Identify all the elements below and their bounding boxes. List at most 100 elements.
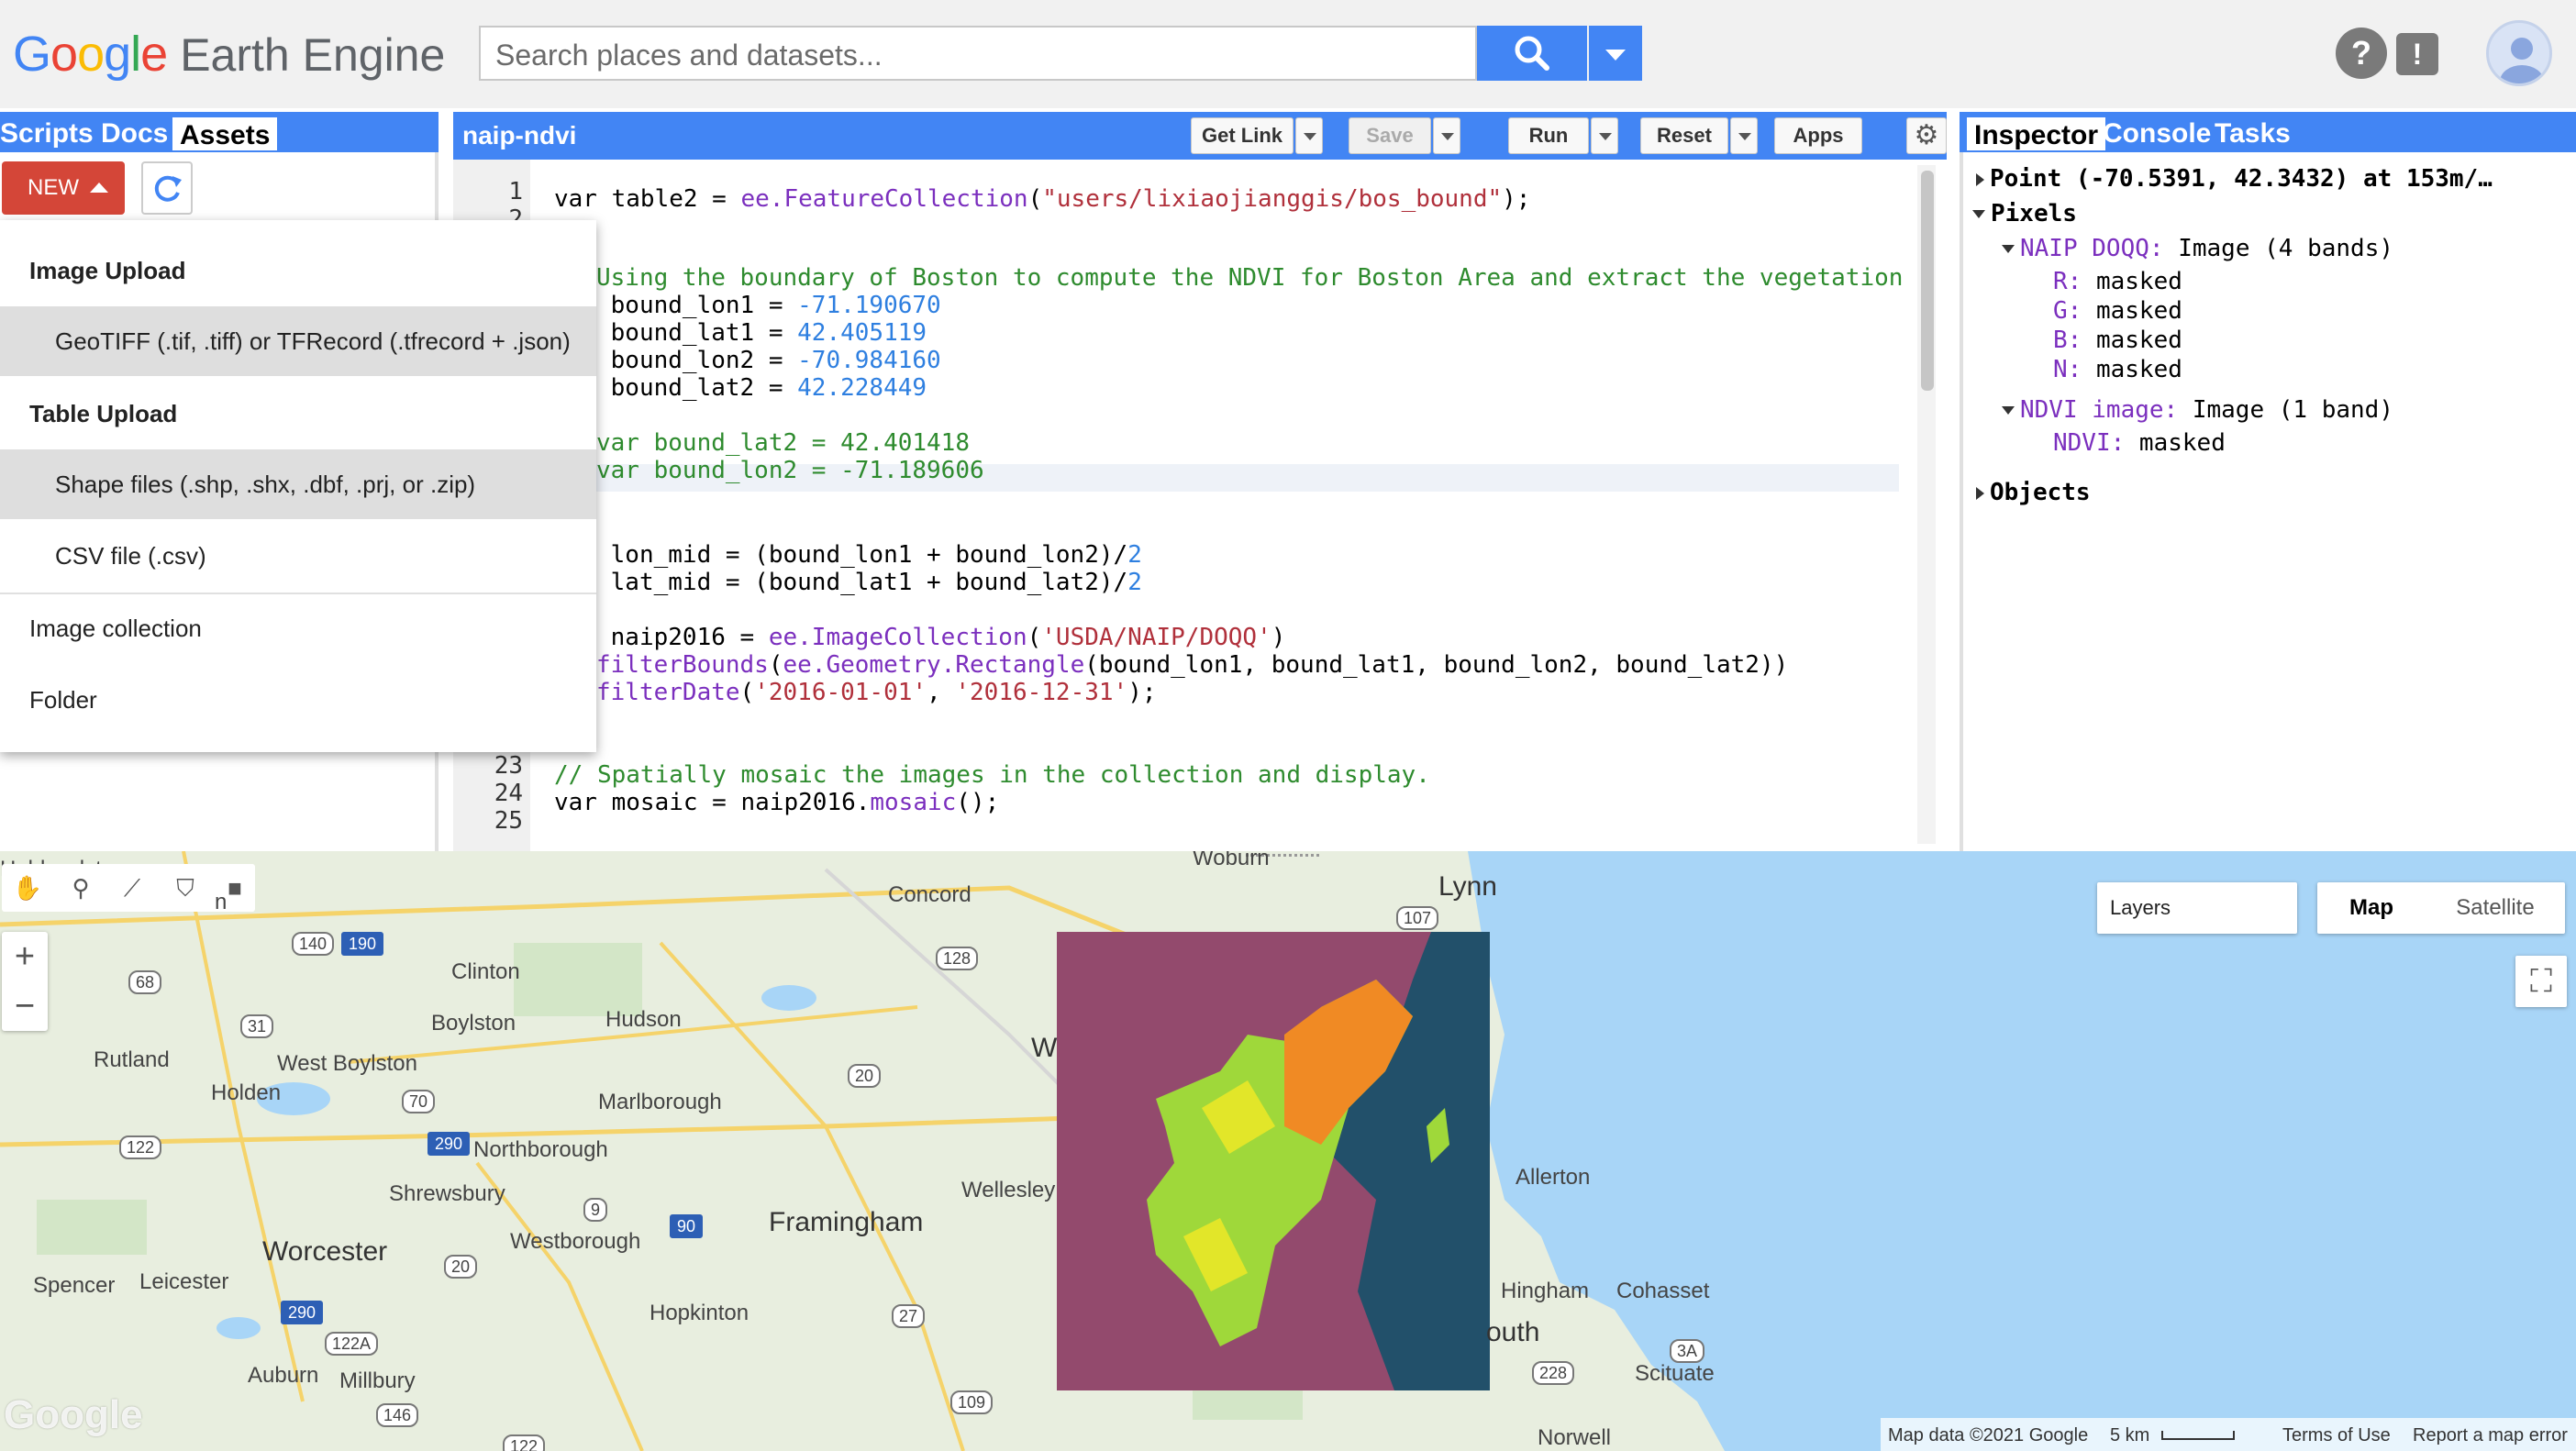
scale-label[interactable]: 5 km bbox=[2110, 1425, 2149, 1446]
help-icon[interactable]: ? bbox=[2336, 28, 2387, 79]
inspector-objects-row[interactable]: Objects bbox=[1976, 479, 2091, 506]
image-upload-header: Image Upload bbox=[29, 257, 186, 284]
collapse-arrow-icon bbox=[2002, 245, 2015, 253]
code-line[interactable]: bound_lat1 = 42.405119 bbox=[596, 319, 927, 347]
run-dropdown[interactable] bbox=[1591, 117, 1618, 154]
expand-arrow-icon bbox=[1976, 486, 1984, 500]
place-label: Leicester bbox=[139, 1269, 229, 1294]
reset-button[interactable]: Reset bbox=[1640, 117, 1728, 154]
map-data-credit: Map data ©2021 Google bbox=[1888, 1425, 2089, 1445]
place-label: Allerton bbox=[1516, 1165, 1591, 1190]
tab-tasks[interactable]: Tasks bbox=[2215, 116, 2291, 152]
place-label: n bbox=[215, 890, 228, 914]
csv-upload-item[interactable]: CSV file (.csv) bbox=[0, 521, 596, 591]
place-label: Northborough bbox=[473, 1137, 608, 1162]
hand-pan-icon[interactable]: ✋ bbox=[11, 871, 44, 904]
code-line[interactable]: filterBounds(ee.Geometry.Rectangle(bound… bbox=[596, 651, 1788, 679]
inspector-point-row[interactable]: Point (-70.5391, 42.3432) at 153m/… bbox=[1976, 165, 2493, 193]
collapse-arrow-icon bbox=[1972, 210, 1985, 218]
map-attribution: Map data ©2021 Google 5 km Terms of Use … bbox=[1881, 1418, 2576, 1451]
place-label: West Boylston bbox=[277, 1051, 417, 1076]
route-shield: 122 bbox=[119, 1135, 162, 1159]
place-label: Holden bbox=[211, 1080, 282, 1105]
collapse-arrow-icon bbox=[2002, 406, 2015, 415]
place-label: Westborough bbox=[510, 1229, 641, 1254]
code-line[interactable]: var table2 = ee.FeatureCollection("users… bbox=[554, 185, 1530, 213]
code-comment-line[interactable]: var bound_lon2 = -71.189606 bbox=[596, 457, 984, 484]
tab-scripts[interactable]: Scripts bbox=[0, 116, 94, 152]
get-link-button[interactable]: Get Link bbox=[1191, 117, 1294, 154]
ndvi-layer-row[interactable]: NDVI image: Image (1 band) bbox=[2002, 396, 2393, 424]
layers-button[interactable]: Layers bbox=[2097, 882, 2297, 934]
run-button[interactable]: Run bbox=[1508, 117, 1589, 154]
place-label: Concord bbox=[888, 882, 972, 907]
script-title: naip-ndvi bbox=[462, 121, 577, 150]
line-draw-icon[interactable]: ⟋ bbox=[116, 871, 149, 904]
code-line[interactable]: naip2016 = ee.ImageCollection('USDA/NAIP… bbox=[596, 624, 1286, 651]
place-label: Hopkinton bbox=[650, 1301, 749, 1325]
terms-link[interactable]: Terms of Use bbox=[2282, 1425, 2391, 1446]
map-type-satellite-button[interactable]: Satellite bbox=[2426, 882, 2565, 934]
save-dropdown[interactable] bbox=[1433, 117, 1460, 154]
marker-icon[interactable]: ⚲ bbox=[64, 871, 97, 904]
code-line[interactable]: bound_lon1 = -71.190670 bbox=[596, 292, 941, 319]
route-shield: 27 bbox=[892, 1304, 926, 1328]
code-line[interactable]: filterDate('2016-01-01', '2016-12-31'); bbox=[596, 679, 1157, 706]
product-name: Earth Engine bbox=[180, 29, 446, 81]
polygon-draw-icon[interactable]: ⛉ bbox=[169, 871, 202, 904]
code-comment-line[interactable]: var bound_lat2 = 42.401418 bbox=[596, 429, 970, 457]
settings-gear-icon[interactable]: ⚙ bbox=[1906, 117, 1947, 154]
caret-up-icon bbox=[90, 183, 108, 193]
place-label: outh bbox=[1486, 1317, 1540, 1347]
place-label: Hingham bbox=[1501, 1279, 1590, 1303]
zoom-out-button[interactable]: − bbox=[2, 981, 48, 1031]
tab-inspector[interactable]: Inspector bbox=[1965, 116, 2108, 152]
tab-docs[interactable]: Docs bbox=[101, 116, 168, 152]
editor-scrollbar-thumb[interactable] bbox=[1921, 171, 1934, 391]
zoom-in-button[interactable]: + bbox=[2, 932, 48, 981]
code-comment-line[interactable]: // Spatially mosaic the images in the co… bbox=[554, 761, 1430, 789]
folder-item[interactable]: Folder bbox=[29, 686, 97, 714]
account-avatar-icon[interactable] bbox=[2486, 20, 2552, 86]
code-line[interactable]: bound_lat2 = 42.228449 bbox=[596, 374, 927, 402]
tab-assets[interactable]: Assets bbox=[171, 116, 280, 152]
code-comment-line[interactable]: Using the boundary of Boston to compute … bbox=[596, 264, 1903, 292]
search-button[interactable] bbox=[1477, 26, 1587, 81]
map-type-map-button[interactable]: Map bbox=[2317, 882, 2426, 934]
inspector-pixels-row[interactable]: Pixels bbox=[1972, 200, 2077, 227]
line-number: 1 bbox=[508, 178, 523, 205]
apps-button[interactable]: Apps bbox=[1774, 117, 1862, 154]
report-error-link[interactable]: Report a map error bbox=[2413, 1425, 2568, 1446]
naip-layer-row[interactable]: NAIP DOQQ: Image (4 bands) bbox=[2002, 235, 2393, 262]
route-shield: 31 bbox=[240, 1014, 274, 1038]
geotiff-upload-item[interactable]: GeoTIFF (.tif, .tiff) or TFRecord (.tfre… bbox=[0, 306, 596, 376]
place-label: Shrewsbury bbox=[389, 1181, 505, 1206]
feedback-icon[interactable]: ! bbox=[2396, 33, 2438, 75]
map-view[interactable]: Hubbardston Concord Woburn Lynn Clinton … bbox=[0, 851, 2576, 1451]
tab-console[interactable]: Console bbox=[2103, 116, 2211, 152]
place-label: Rutland bbox=[94, 1047, 170, 1072]
refresh-button[interactable] bbox=[141, 161, 193, 215]
shapefile-upload-item[interactable]: Shape files (.shp, .shx, .dbf, .prj, or … bbox=[0, 449, 596, 519]
search-input[interactable]: Search places and datasets... bbox=[479, 26, 1477, 81]
search-icon bbox=[1515, 36, 1549, 71]
fullscreen-icon[interactable]: ⛶ bbox=[2515, 956, 2567, 1007]
search-dropdown-button[interactable] bbox=[1589, 26, 1642, 81]
right-panel-tabs: Inspector Console Tasks bbox=[1960, 112, 2576, 152]
editor-toolbar: naip-ndvi Get Link Save Run Reset Apps ⚙ bbox=[453, 112, 1947, 160]
line-number: 23 bbox=[494, 752, 523, 780]
new-button[interactable]: NEW bbox=[2, 161, 125, 215]
earth-engine-logo[interactable]: Google Earth Engine bbox=[13, 26, 445, 86]
code-line[interactable]: lon_mid = (bound_lon1 + bound_lon2)/2 bbox=[596, 541, 1142, 569]
new-button-label: NEW bbox=[28, 175, 79, 200]
get-link-dropdown[interactable] bbox=[1295, 117, 1323, 154]
place-label: Norwell bbox=[1538, 1425, 1612, 1450]
save-button[interactable]: Save bbox=[1349, 117, 1431, 154]
reset-dropdown[interactable] bbox=[1730, 117, 1758, 154]
code-line[interactable]: var mosaic = naip2016.mosaic(); bbox=[554, 789, 999, 816]
table-upload-header: Table Upload bbox=[29, 400, 178, 427]
code-line[interactable]: lat_mid = (bound_lat1 + bound_lat2)/2 bbox=[596, 569, 1142, 596]
code-line[interactable]: bound_lon2 = -70.984160 bbox=[596, 347, 941, 374]
image-collection-item[interactable]: Image collection bbox=[29, 615, 202, 643]
route-shield: 70 bbox=[402, 1090, 436, 1113]
